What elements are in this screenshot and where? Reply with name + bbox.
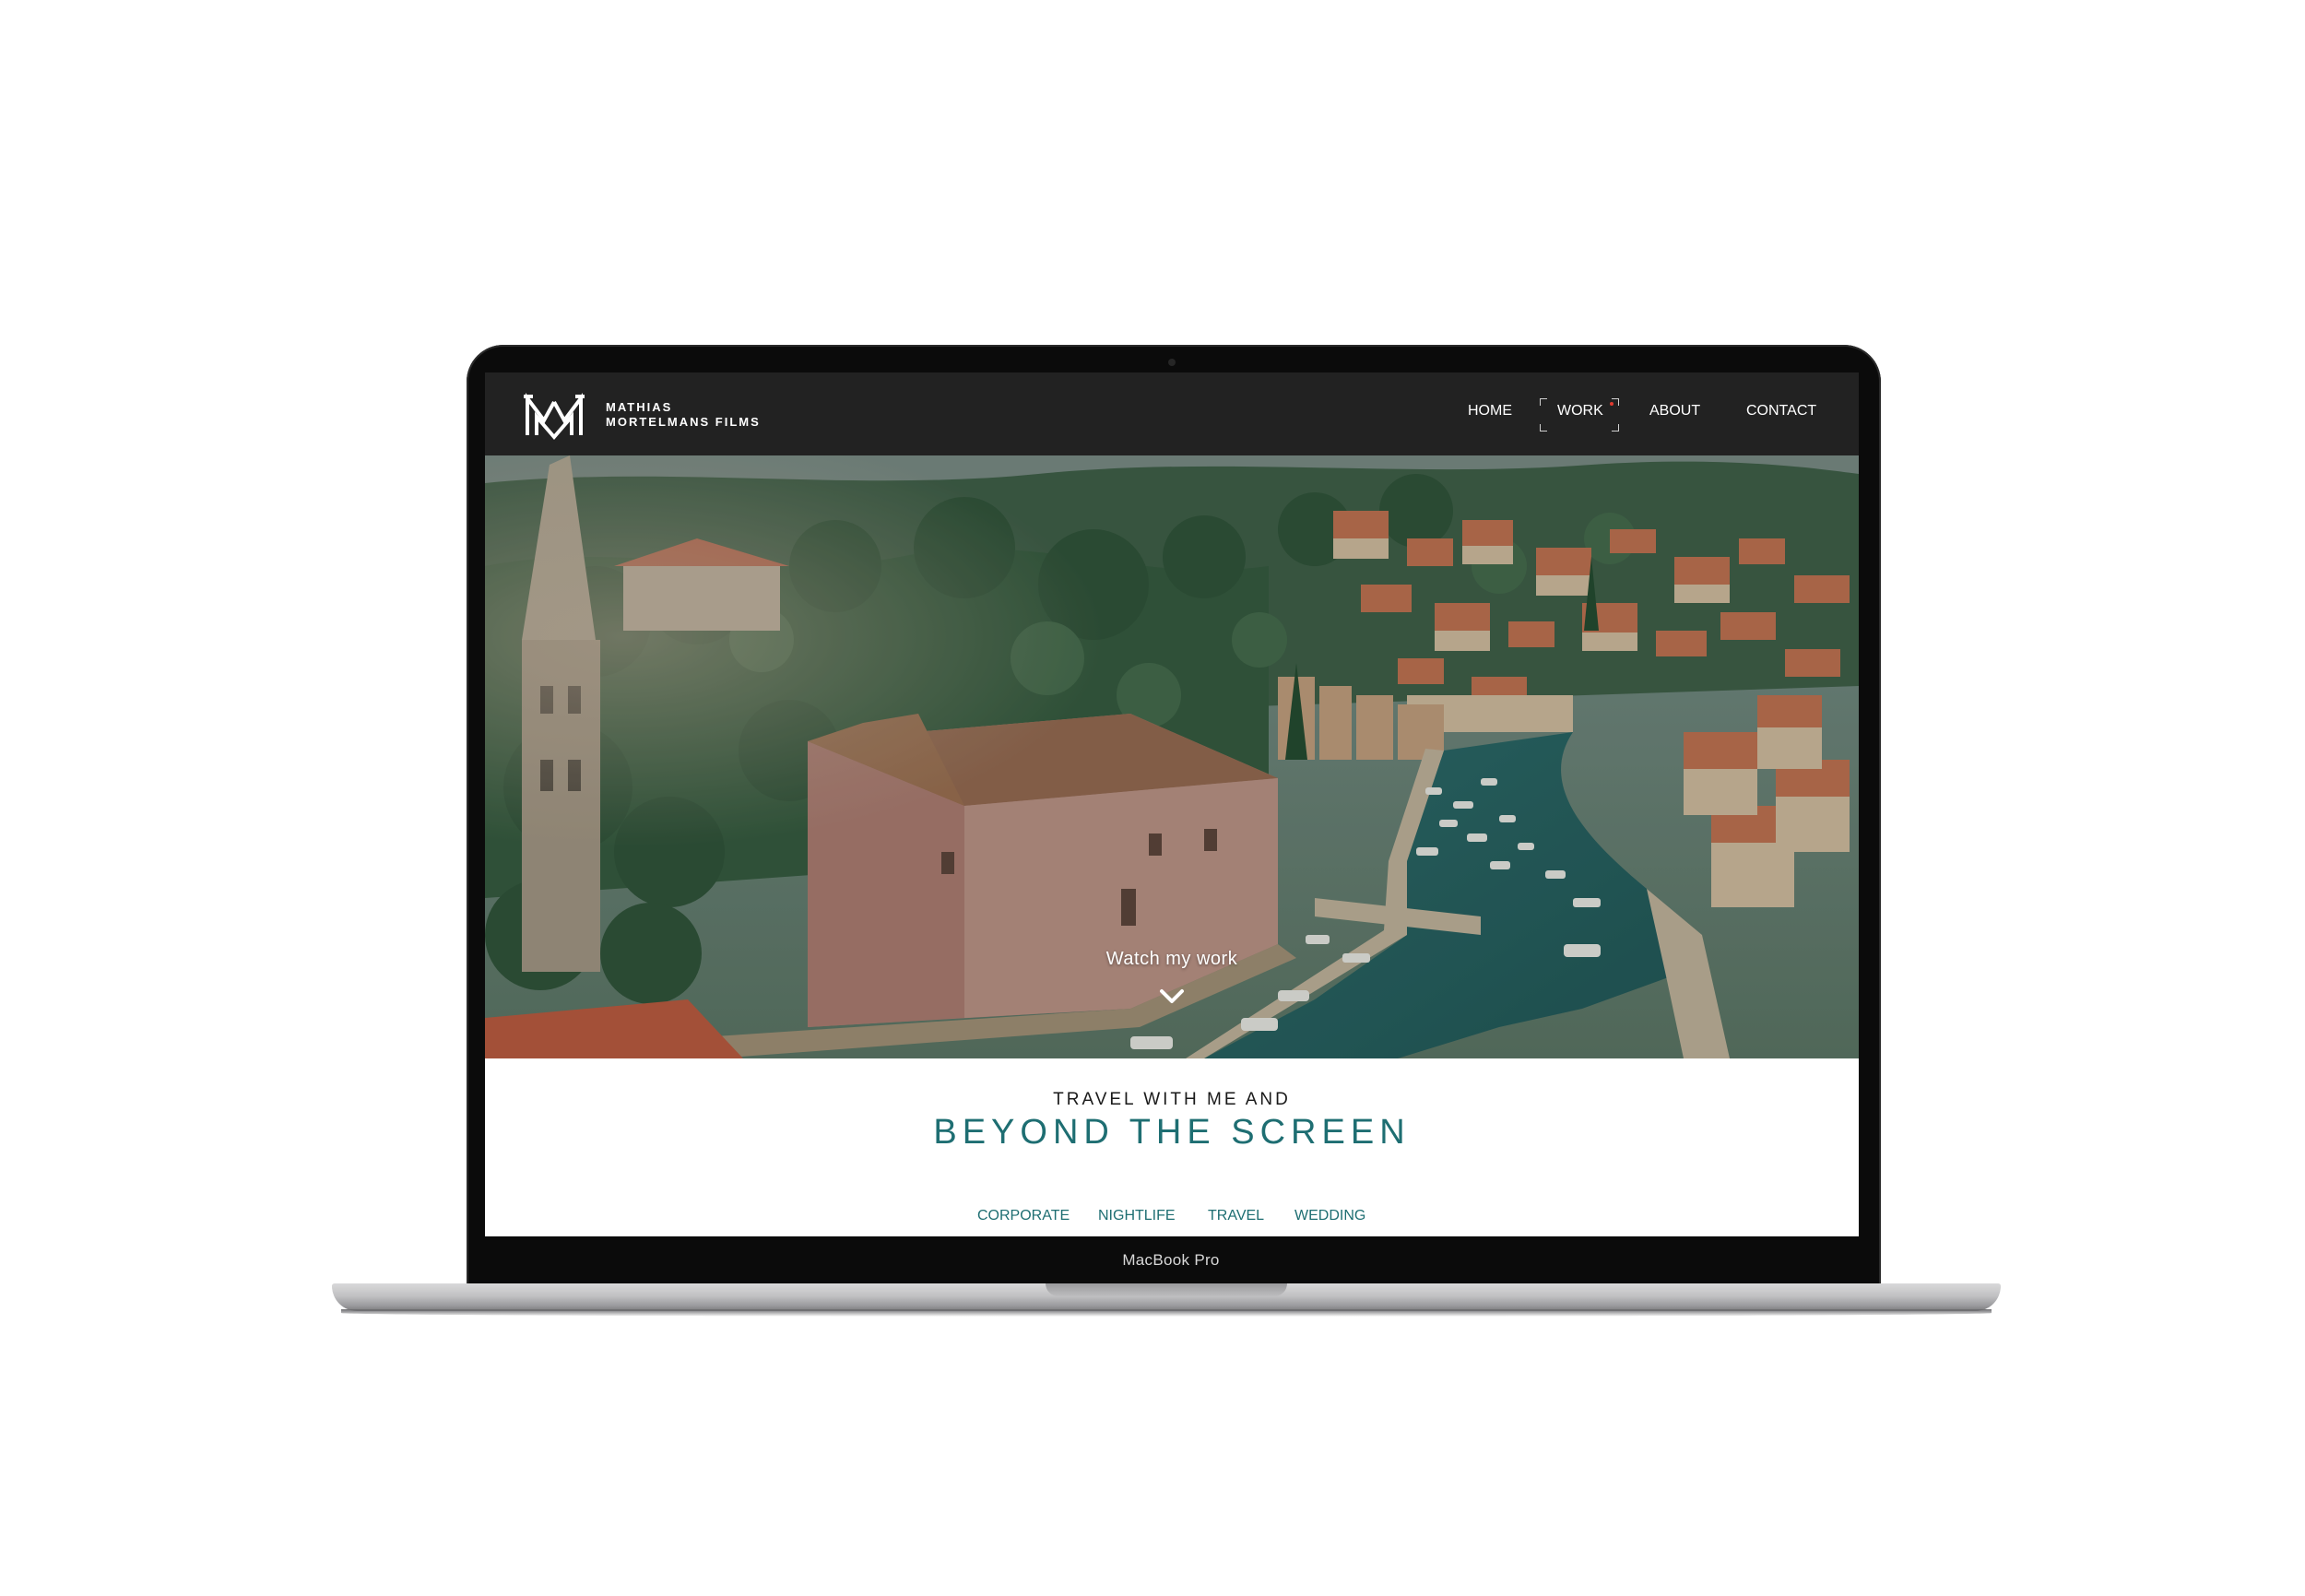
brand-line-1: MATHIAS	[606, 400, 673, 414]
filter-travel[interactable]: TRAVEL	[1208, 1208, 1264, 1224]
watch-my-work-link[interactable]: Watch my work	[1080, 949, 1264, 970]
nav-about[interactable]: ABOUT	[1649, 403, 1700, 420]
intro-heading: BEYOND THE SCREEN	[933, 1113, 1411, 1152]
category-filters: CORPORATE NIGHTLIFE TRAVEL WEDDING	[485, 1208, 1859, 1230]
nav-contact[interactable]: CONTACT	[1746, 403, 1816, 420]
frame-corner-icon	[1540, 424, 1547, 432]
laptop-screen: MATHIAS MORTELMANS FILMS HOME WORK ABOUT…	[485, 372, 1859, 1236]
brand-line-2: MORTELMANS FILMS	[606, 415, 761, 429]
laptop-opening-notch	[1046, 1283, 1287, 1296]
webcam	[1168, 359, 1176, 366]
frame-corner-icon	[1540, 398, 1547, 406]
mm-monogram-logo-icon[interactable]	[522, 389, 586, 441]
intro-tagline: TRAVEL WITH ME AND	[1053, 1090, 1291, 1109]
nav-home[interactable]: HOME	[1468, 403, 1512, 420]
brand-name[interactable]: MATHIAS MORTELMANS FILMS	[606, 400, 761, 430]
hero-video[interactable]: Watch my work	[485, 455, 1859, 1058]
device-label: MacBook Pro	[1122, 1251, 1220, 1269]
mockup-stage: MacBook Pro MATHIAS MORTELMANS FILMS HOM…	[0, 0, 2305, 1596]
frame-corner-icon	[1612, 424, 1619, 432]
nav-work[interactable]: WORK	[1557, 403, 1603, 420]
laptop-base-shadow	[341, 1309, 1992, 1317]
filter-wedding[interactable]: WEDDING	[1294, 1208, 1365, 1224]
filter-corporate[interactable]: CORPORATE	[977, 1208, 1070, 1224]
filter-nightlife[interactable]: NIGHTLIFE	[1098, 1208, 1176, 1224]
site-header: MATHIAS MORTELMANS FILMS HOME WORK ABOUT…	[485, 372, 1859, 455]
active-indicator-dot	[1610, 402, 1614, 406]
chevron-down-icon[interactable]	[1159, 988, 1185, 1005]
